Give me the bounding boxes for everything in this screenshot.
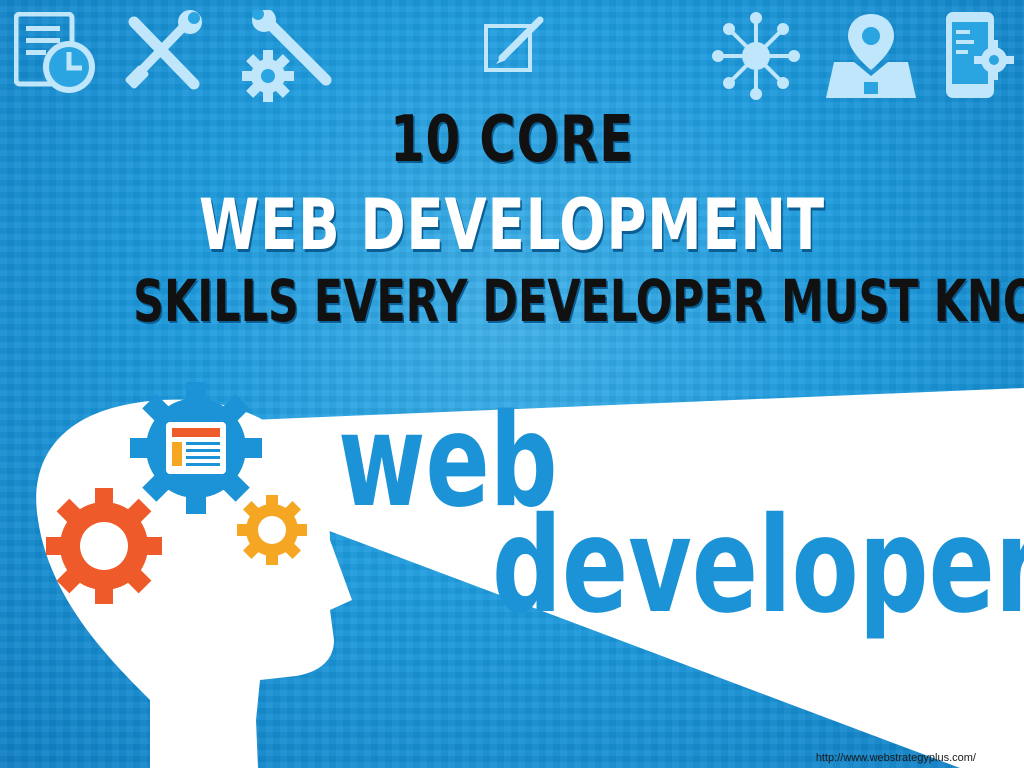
gear-orange-icon [237,495,307,565]
gear-red-icon [46,488,162,604]
gear-blue-icon [130,382,262,514]
footer-url: http://www.webstrategyplus.com/ [815,752,976,764]
poster: 10 CORE WEB DEVELOPMENT SKILLS EVERY DEV… [0,0,1024,768]
developer-word: developer [492,489,1024,643]
head-and-beam-graphic [36,382,1024,768]
